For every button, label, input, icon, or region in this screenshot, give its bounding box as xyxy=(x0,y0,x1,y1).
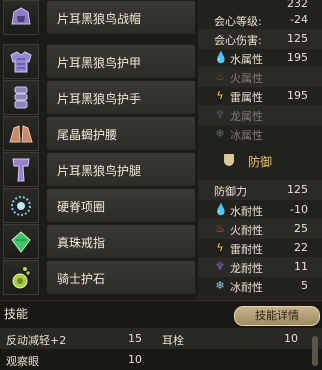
equipment-name: 硬脊项圈 xyxy=(57,200,106,214)
skill-name: 反动减轻+2 xyxy=(6,334,67,347)
stat-row-water: 💧 水属性 195 xyxy=(198,48,322,68)
equipment-slot-talisman[interactable]: 骑士护石 xyxy=(3,260,198,295)
skill-name: 耳栓 xyxy=(162,334,184,347)
stat-value: 125 xyxy=(287,183,308,196)
skill-level: 10 xyxy=(284,332,298,345)
equipment-name: 片耳黑狼鸟护甲 xyxy=(57,56,142,70)
thunder-icon: ϟ xyxy=(216,89,224,102)
dragon-icon: ♆ xyxy=(215,260,225,273)
charm-icon xyxy=(3,188,39,223)
stat-value: 11 xyxy=(294,260,308,273)
stat-label: 龙属性 xyxy=(230,110,263,123)
shield-icon xyxy=(224,154,234,166)
defense-title: 防御 xyxy=(248,155,273,169)
equipment-slot-waist[interactable]: 尾晶蝎护腰 xyxy=(3,116,198,151)
equipment-name: 片耳黑狼鸟护手 xyxy=(57,92,142,106)
stat-value: 232 xyxy=(287,0,308,10)
equipment-name: 真珠戒指 xyxy=(57,236,106,250)
equipment-name: 片耳黑狼鸟战帽 xyxy=(57,12,142,26)
equipment-slot-ring[interactable]: 真珠戒指 xyxy=(3,224,198,259)
stat-label: 冰耐性 xyxy=(230,281,263,294)
dragon-icon: ♆ xyxy=(215,108,225,121)
skill-details-button[interactable]: 技能详情 xyxy=(234,306,320,326)
waist-armor-icon xyxy=(3,116,39,151)
stat-label: 火属性 xyxy=(230,72,263,85)
stat-row-crit-damage: 会心伤害: 125 xyxy=(198,29,322,49)
skill-name: 观察眼 xyxy=(6,355,39,368)
stat-row-fire-res: ♨ 火耐性 25 xyxy=(198,219,322,239)
equipment-slot-charm[interactable]: 硬脊项圈 xyxy=(3,188,198,223)
stat-label: 雷耐性 xyxy=(230,243,263,256)
stat-value: 195 xyxy=(287,51,308,64)
stat-row-defense: 防御力 125 xyxy=(198,180,322,200)
stat-value: -24 xyxy=(290,13,308,26)
equipment-name: 片耳黑狼鸟护腿 xyxy=(57,164,142,178)
stat-label: 会心伤害: xyxy=(214,34,262,47)
skill-level: 15 xyxy=(128,332,142,345)
stat-value: 195 xyxy=(287,89,308,102)
stat-label: 龙耐性 xyxy=(230,262,263,275)
skill-level: 10 xyxy=(128,353,142,366)
stat-value: -10 xyxy=(290,203,308,216)
stat-label: 会心等级: xyxy=(214,15,262,28)
stat-value: 5 xyxy=(301,279,308,292)
equipment-name: 尾晶蝎护腰 xyxy=(57,128,118,142)
stat-value: 22 xyxy=(294,241,308,254)
stat-row-thunder: ϟ 雷属性 195 xyxy=(198,86,322,106)
stat-row-ice-res: ❄ 冰耐性 5 xyxy=(198,276,322,296)
stat-label: 冰属性 xyxy=(230,129,263,142)
defense-header: 防御 xyxy=(198,150,322,172)
fire-icon: ♨ xyxy=(215,222,225,235)
equipment-name: 骑士护石 xyxy=(57,272,106,286)
stat-label: 防御力 xyxy=(214,185,247,198)
stat-row-thunder-res: ϟ 雷耐性 22 xyxy=(198,238,322,258)
equipment-slot-helmet[interactable]: 片耳黑狼鸟战帽 xyxy=(3,0,198,35)
stat-label: 水耐性 xyxy=(230,205,263,218)
water-icon: 💧 xyxy=(214,203,228,216)
stat-row-water-res: 💧 水耐性 -10 xyxy=(198,200,322,220)
water-icon: 💧 xyxy=(214,51,228,64)
thunder-icon: ϟ xyxy=(216,241,224,254)
stat-label: 火耐性 xyxy=(230,224,263,237)
equipment-slot-legs[interactable]: 片耳黑狼鸟护腿 xyxy=(3,152,198,187)
helmet-icon xyxy=(3,0,39,35)
stat-value: 25 xyxy=(294,222,308,235)
equipment-panel: 片耳黑狼鸟战帽 片耳黑狼鸟护甲 片耳黑狼鸟护手 尾晶蝎护腰 片耳黑狼鸟护腿 硬脊… xyxy=(0,0,198,300)
fire-icon: ♨ xyxy=(215,70,225,83)
stat-row-dragon-res: ♆ 龙耐性 11 xyxy=(198,257,322,277)
stat-value: 125 xyxy=(287,32,308,45)
talisman-icon xyxy=(3,260,39,295)
gauntlet-icon xyxy=(3,80,39,115)
equipment-slot-arms[interactable]: 片耳黑狼鸟护手 xyxy=(3,80,198,115)
chest-armor-icon xyxy=(3,44,39,79)
ice-icon: ❄ xyxy=(215,279,225,292)
stat-row-dragon: ♆ 龙属性 xyxy=(198,105,322,125)
equipment-slot-chest[interactable]: 片耳黑狼鸟护甲 xyxy=(3,44,198,79)
skills-scrollbar[interactable] xyxy=(312,336,318,366)
leg-armor-icon xyxy=(3,152,39,187)
stat-row-fire: ♨ 火属性 xyxy=(198,67,322,87)
stat-label: 雷属性 xyxy=(230,91,263,104)
skills-title: 技能 xyxy=(4,307,29,321)
ring-icon xyxy=(3,224,39,259)
ice-icon: ❄ xyxy=(215,127,225,140)
stat-row-ice: ❄ 冰属性 xyxy=(198,124,322,144)
stat-label: 水属性 xyxy=(230,53,263,66)
stat-row-affinity: 会心等级: -24 xyxy=(198,10,322,30)
stats-panel: 232 会心等级: -24 会心伤害: 125 💧 水属性 195 ♨ 火属性 … xyxy=(198,0,322,300)
